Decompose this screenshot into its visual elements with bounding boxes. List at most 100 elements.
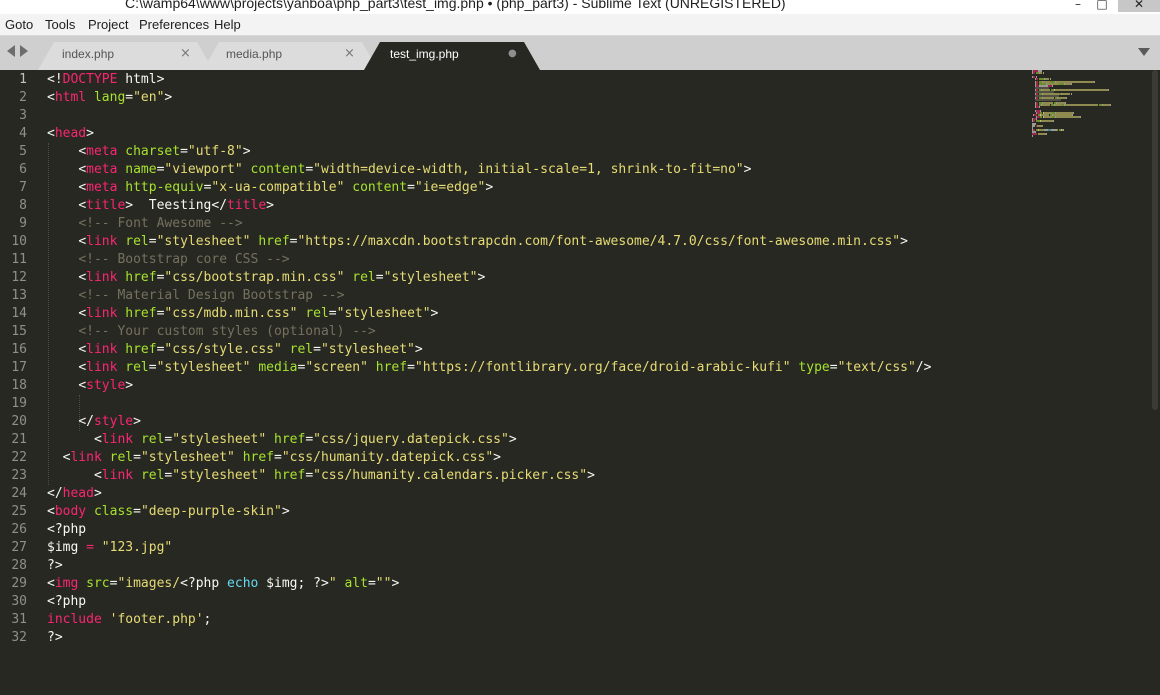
editor-pane[interactable]: 1 2 3 4 5 6 7 8 9 10 11 12 13 14 15 16 17 18 19 20 21 22 23 24 2… [0, 70, 1160, 695]
code-line[interactable]: <?php [47, 593, 86, 611]
code-line[interactable]: <!-- Font Awesome --> [47, 215, 243, 233]
code-token: rel [140, 432, 165, 447]
maximize-button[interactable]: □ [1090, 0, 1114, 12]
code-line[interactable]: ?> [47, 557, 63, 575]
line-number: 12 [11, 270, 27, 285]
menu-preferences[interactable]: Preferences [139, 17, 209, 32]
code-token: = [133, 450, 141, 465]
code-token: < [78, 306, 87, 321]
code-token: <! [47, 72, 63, 87]
code-token: = [407, 180, 415, 195]
code-line[interactable]: </head> [47, 485, 102, 503]
code-token: <?php [47, 594, 87, 609]
unsaved-dot-icon[interactable]: ● [508, 48, 517, 59]
code-token: "css/humanity.datepick.css" [281, 450, 494, 465]
code-line[interactable]: <!DOCTYPE html> [47, 71, 164, 89]
code-token: = [829, 360, 838, 375]
code-token: media [258, 360, 298, 375]
code-token: < [78, 198, 87, 213]
code-line[interactable]: <html lang="en"> [47, 89, 172, 107]
minimap[interactable] [1032, 70, 1140, 140]
code-line[interactable]: <img src = "images/<?php echo $img; ?>" al… [47, 575, 399, 593]
code-line[interactable]: <link rel="stylesheet" href="https://max… [47, 233, 908, 251]
code-token: head [54, 126, 87, 141]
code-line[interactable]: <body class="deep-purple-skin"> [47, 503, 290, 521]
code-line[interactable]: <link href="css/style.css" rel="styleshe… [47, 341, 422, 359]
code-line[interactable]: <!-- Material Design Bootstrap --> [47, 287, 344, 305]
code-token: = [148, 360, 157, 375]
code-line[interactable]: <!-- Bootstrap core CSS --> [47, 251, 289, 269]
code-token: = [313, 342, 321, 357]
code-token: = [305, 432, 314, 447]
line-number: 5 [19, 144, 27, 159]
menu-project[interactable]: Project [88, 17, 128, 32]
tab-media-php[interactable]: media.php × [203, 42, 378, 70]
menu-tools[interactable]: Tools [45, 17, 75, 32]
code-token: meta [86, 162, 118, 177]
code-line[interactable]: $img = "123.jpg" [47, 539, 172, 557]
minimap-mark [1080, 116, 1082, 119]
code-token: = [328, 306, 337, 321]
code-token: title [227, 198, 267, 213]
code-line[interactable]: <link rel="stylesheet" href="css/humanit… [47, 449, 501, 467]
code-token: = [305, 162, 314, 177]
chevron-left-icon[interactable] [7, 45, 15, 57]
vertical-scrollbar[interactable] [1150, 70, 1160, 695]
code-line[interactable]: <?php [47, 521, 86, 539]
code-line[interactable]: <!-- Your custom styles (optional) --> [47, 323, 375, 341]
minimap-mark [1070, 93, 1072, 96]
chevron-down-icon[interactable] [1138, 48, 1150, 56]
code-line[interactable]: <meta name="viewport" content="width=dev… [47, 161, 751, 179]
code-token: "https://fontlibrary.org/face/droid-arab… [414, 360, 791, 375]
code-line[interactable]: include 'footer.php'; [47, 611, 211, 629]
tab-index-php[interactable]: index.php × [38, 42, 213, 70]
code-line[interactable]: </style> [47, 413, 141, 431]
code-token: html> [117, 72, 165, 87]
close-button[interactable]: ✕ [1118, 0, 1160, 12]
minimap-mark [1062, 93, 1071, 96]
code-token: name [125, 162, 157, 177]
code-token: head [62, 486, 94, 501]
scrollbar-thumb[interactable] [1152, 70, 1158, 410]
code-line[interactable]: <title> Teesting</title> [47, 197, 274, 215]
code-token: href [375, 360, 408, 375]
code-token: $img [47, 540, 79, 555]
line-number: 2 [19, 90, 27, 105]
code-token: <!-- Font Awesome --> [78, 216, 243, 231]
chevron-right-icon[interactable] [20, 45, 28, 57]
code-line[interactable]: <meta http-equiv = "x-ua-compatible" conte… [47, 179, 493, 197]
code-token: = [407, 360, 415, 375]
code-token: <?php [47, 522, 87, 537]
code-line[interactable]: <meta charset="utf-8"> [47, 143, 250, 161]
close-tab-icon[interactable]: × [180, 46, 191, 61]
minimize-button[interactable]: – [1066, 0, 1090, 12]
code-token: "css/jquery.datepick.css" [313, 432, 509, 447]
tab-strip: index.php × media.php × test_img.php ● [0, 36, 1160, 70]
menu-goto[interactable]: Goto [5, 17, 33, 32]
close-tab-icon[interactable]: × [344, 46, 355, 61]
code-line[interactable]: ?> [47, 629, 63, 647]
code-token: = [180, 144, 188, 159]
tab-test-img-php[interactable]: test_img.php ● [364, 42, 540, 70]
code-token: link [86, 234, 118, 249]
code-token: "stylesheet" [336, 306, 431, 321]
menu-help[interactable]: Help [214, 17, 241, 32]
code-token: ?> [47, 630, 63, 645]
code-line[interactable]: <link rel="stylesheet" href="css/jquery.… [47, 431, 517, 449]
minimap-mark [1055, 103, 1061, 106]
minimap-mark [1055, 116, 1081, 119]
code-line[interactable]: <link href="css/bootstrap.min.css" rel="… [47, 269, 485, 287]
code-line[interactable]: <head> [47, 125, 94, 143]
code-line[interactable]: <style> [47, 377, 133, 395]
code-token: meta [86, 144, 118, 159]
code-line[interactable]: <link rel="stylesheet" href="css/humanit… [47, 467, 595, 485]
code-line[interactable]: <link href="css/mdb.min.css" rel="styles… [47, 305, 438, 323]
code-token: href [274, 432, 306, 447]
code-token: > [164, 90, 173, 105]
code-line[interactable]: <link rel="stylesheet" media="screen" hr… [47, 359, 931, 377]
